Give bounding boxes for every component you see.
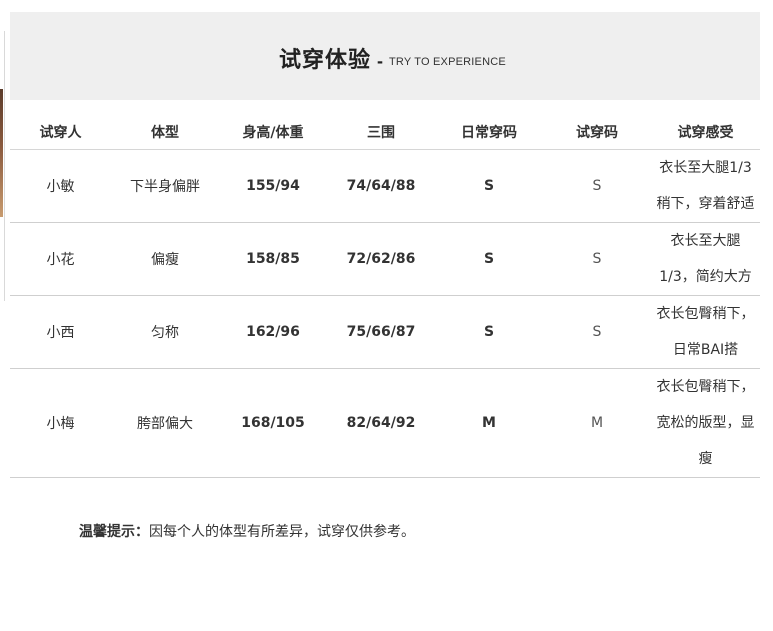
cell-body-type: 下半身偏胖: [111, 149, 219, 223]
table-header-row: 试穿人 体型 身高/体重 三围 日常穿码 试穿码 试穿感受: [10, 115, 760, 150]
table-row: 小梅 胯部偏大 168/105 82/64/92 M M 衣长包臀稍下， 宽松的…: [10, 368, 760, 478]
cell-trial-size: S: [543, 149, 651, 223]
title-chinese: 试穿体验: [279, 48, 372, 73]
cell-daily-size: S: [435, 149, 543, 223]
table-row: 小敏 下半身偏胖 155/94 74/64/88 S S 衣长至大腿1/3 稍下…: [10, 149, 760, 223]
feeling-line: 稍下，穿着舒适: [656, 196, 755, 212]
cell-body-type: 匀称: [111, 295, 219, 369]
cell-measurements: 72/62/86: [327, 222, 435, 296]
column-header-body-type: 体型: [111, 115, 219, 150]
cell-trial-size: M: [543, 368, 651, 478]
column-header-feeling: 试穿感受: [651, 115, 760, 150]
cell-height-weight: 158/85: [219, 222, 327, 296]
title-english: TRY TO EXPERIENCE: [389, 56, 506, 68]
cell-height-weight: 168/105: [219, 368, 327, 478]
cell-body-type: 胯部偏大: [111, 368, 219, 478]
cell-height-weight: 155/94: [219, 149, 327, 223]
column-header-measurements: 三围: [327, 115, 435, 150]
table-row: 小西 匀称 162/96 75/66/87 S S 衣长包臀稍下， 日常BAI搭: [10, 295, 760, 369]
cell-trial-size: S: [543, 222, 651, 296]
cell-feeling: 衣长包臀稍下， 日常BAI搭: [651, 295, 760, 369]
cell-measurements: 82/64/92: [327, 368, 435, 478]
feeling-line: 1/3，简约大方: [659, 269, 752, 285]
cell-tester: 小西: [10, 295, 111, 369]
cell-daily-size: S: [435, 222, 543, 296]
cell-feeling: 衣长至大腿1/3 稍下，穿着舒适: [651, 149, 760, 223]
column-header-tester: 试穿人: [10, 115, 111, 150]
cell-tester: 小敏: [10, 149, 111, 223]
warm-tip: 温馨提示：因每个人的体型有所差异，试穿仅供参考。: [79, 521, 415, 541]
fitting-table: 试穿人 体型 身高/体重 三围 日常穿码 试穿码 试穿感受 小敏 下半身偏胖 1…: [10, 115, 760, 478]
cell-trial-size: S: [543, 295, 651, 369]
cell-tester: 小花: [10, 222, 111, 296]
feeling-line: 宽松的版型，显: [656, 415, 755, 431]
column-header-height-weight: 身高/体重: [219, 115, 327, 150]
cell-daily-size: M: [435, 368, 543, 478]
section-title: 试穿体验 - TRY TO EXPERIENCE: [279, 42, 506, 74]
feeling-line: 衣长至大腿1/3: [659, 160, 752, 176]
feeling-line: 日常BAI搭: [672, 342, 739, 358]
cell-feeling: 衣长包臀稍下， 宽松的版型，显 瘦: [651, 368, 760, 478]
feeling-line: 衣长包臀稍下，: [656, 306, 755, 322]
cell-measurements: 74/64/88: [327, 149, 435, 223]
cell-daily-size: S: [435, 295, 543, 369]
adjacent-photo-strip: [0, 89, 3, 217]
tip-label: 温馨提示：: [79, 524, 149, 540]
tip-text: 因每个人的体型有所差异，试穿仅供参考。: [149, 524, 415, 540]
cell-measurements: 75/66/87: [327, 295, 435, 369]
feeling-line: 衣长包臀稍下，: [656, 379, 755, 395]
cell-tester: 小梅: [10, 368, 111, 478]
table-row: 小花 偏瘦 158/85 72/62/86 S S 衣长至大腿 1/3，简约大方: [10, 222, 760, 296]
cell-height-weight: 162/96: [219, 295, 327, 369]
column-header-daily-size: 日常穿码: [435, 115, 543, 150]
feeling-line: 瘦: [698, 451, 713, 467]
left-page-edge: [0, 31, 5, 301]
feeling-line: 衣长至大腿: [670, 233, 741, 249]
column-header-trial-size: 试穿码: [543, 115, 651, 150]
cell-body-type: 偏瘦: [111, 222, 219, 296]
cell-feeling: 衣长至大腿 1/3，简约大方: [651, 222, 760, 296]
title-dash: -: [377, 51, 384, 71]
